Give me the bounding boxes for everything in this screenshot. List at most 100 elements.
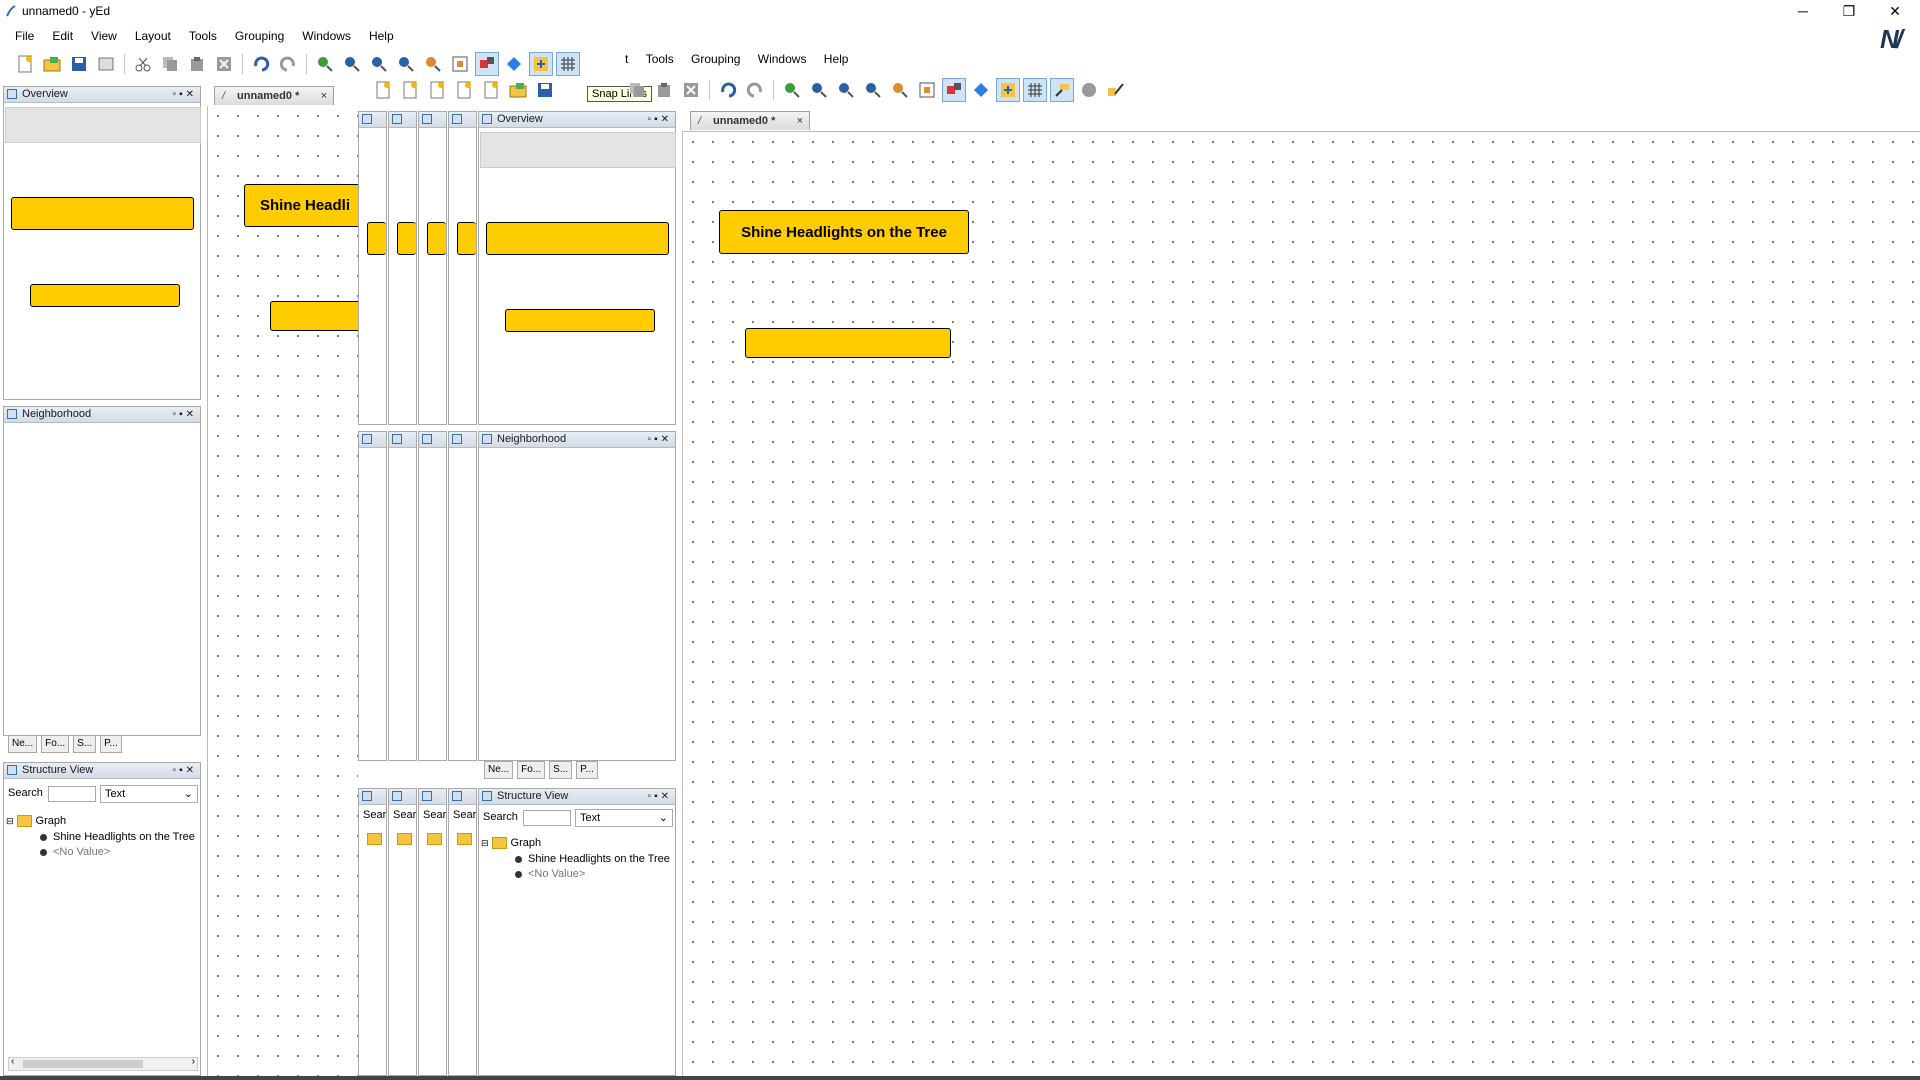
paste-icon[interactable] <box>653 79 675 101</box>
panel-controls-icon[interactable]: ▫▪✕ <box>173 407 197 422</box>
zoom-original-icon[interactable] <box>368 53 390 75</box>
close-tab-icon[interactable]: × <box>321 87 327 106</box>
overview-viewport[interactable] <box>480 132 676 168</box>
graph-node-shine-headlights[interactable]: Shine Headlights on the Tree <box>719 210 969 254</box>
snap-lines-toggle-icon[interactable] <box>475 52 499 76</box>
tab-neighborhood[interactable]: Ne... <box>8 735 38 753</box>
tab-folding[interactable]: Fo... <box>41 735 70 753</box>
menu-windows[interactable]: Windows <box>293 26 360 46</box>
panel-controls-icon[interactable]: ▫▪✕ <box>173 763 197 778</box>
menu-layout[interactable]: Layout <box>126 26 180 46</box>
structure-search-input[interactable] <box>523 810 571 826</box>
new-document-icon[interactable] <box>14 53 36 75</box>
orthogonal-edges-icon[interactable] <box>970 79 992 101</box>
zoom-in-icon[interactable] <box>781 79 803 101</box>
tree-item[interactable]: Shine Headlights on the Tree <box>515 853 670 865</box>
zoom-area-icon[interactable] <box>422 53 444 75</box>
menu-edit[interactable]: Edit <box>43 26 82 46</box>
tab-properties[interactable]: P... <box>100 735 122 753</box>
menu-view[interactable]: View <box>82 26 126 46</box>
document-tab-1[interactable]: / unnamed0 * × <box>214 86 334 105</box>
inner-menu-help[interactable]: Help <box>824 52 849 66</box>
menu-tools[interactable]: Tools <box>180 26 226 46</box>
inner-menu-layout[interactable]: t <box>625 52 628 66</box>
tree-root[interactable]: ⊟ Graph <box>481 837 541 850</box>
document-tab-2[interactable]: / unnamed0 * × <box>690 111 810 130</box>
edge-label-icon[interactable] <box>1050 78 1074 102</box>
graph-canvas-main[interactable]: Shine Headlights on the Tree <box>682 131 1920 1077</box>
fit-content-icon[interactable] <box>862 79 884 101</box>
graph-node-empty[interactable] <box>745 328 951 358</box>
menu-grouping[interactable]: Grouping <box>226 26 293 46</box>
graph-node-2-clipped[interactable] <box>270 301 358 331</box>
redo-icon[interactable] <box>277 53 299 75</box>
palette-icon[interactable] <box>1078 79 1100 101</box>
snap-to-grid-icon[interactable] <box>996 78 1020 102</box>
zoom-original-icon[interactable] <box>835 79 857 101</box>
restore-button[interactable]: ❐ <box>1826 0 1872 22</box>
tree-item[interactable]: Shine Headlights on the Tree <box>40 831 195 843</box>
scroll-left-icon[interactable]: ‹ <box>11 1056 14 1067</box>
cut-icon[interactable] <box>132 53 154 75</box>
scrollbar-thumb[interactable] <box>23 1060 143 1068</box>
horizontal-scrollbar[interactable]: ‹ › <box>8 1056 198 1071</box>
grid-icon[interactable] <box>1023 78 1047 102</box>
tab-neighborhood[interactable]: Ne... <box>484 761 514 779</box>
redo-icon[interactable] <box>744 79 766 101</box>
search-mode-select[interactable]: Text ⌄ <box>575 809 673 827</box>
panel-controls-icon[interactable]: ▫▪✕ <box>173 87 197 102</box>
inner-menu-grouping[interactable]: Grouping <box>691 52 740 66</box>
tree-item[interactable]: <No Value> <box>40 846 110 858</box>
zoom-area-icon[interactable] <box>889 79 911 101</box>
scroll-right-icon[interactable]: › <box>192 1056 195 1067</box>
undo-icon[interactable] <box>717 79 739 101</box>
new-document-icon[interactable] <box>453 79 475 101</box>
open-folder-icon[interactable] <box>41 53 63 75</box>
menu-file[interactable]: File <box>6 26 43 46</box>
zoom-out-icon[interactable] <box>808 79 830 101</box>
inner-menu-windows[interactable]: Windows <box>758 52 807 66</box>
open-folder-icon[interactable] <box>507 79 529 101</box>
fit-window-icon[interactable] <box>916 79 938 101</box>
delete-icon[interactable] <box>213 53 235 75</box>
save-icon[interactable] <box>68 53 90 75</box>
close-tab-icon[interactable]: × <box>797 112 803 131</box>
close-window-button[interactable]: ✕ <box>1872 0 1918 22</box>
new-document-icon[interactable] <box>372 79 394 101</box>
inner-menu-tools[interactable]: Tools <box>646 52 674 66</box>
export-icon[interactable] <box>95 53 117 75</box>
fit-content-icon[interactable] <box>395 53 417 75</box>
copy-icon[interactable] <box>626 79 648 101</box>
graph-canvas-left[interactable]: Shine Headli <box>207 106 358 1076</box>
delete-icon[interactable] <box>680 79 702 101</box>
copy-icon[interactable] <box>159 53 181 75</box>
tree-item[interactable]: <No Value> <box>515 868 585 880</box>
layout-wizard-icon[interactable] <box>1105 79 1127 101</box>
structure-search-input[interactable] <box>48 786 96 802</box>
tab-folding[interactable]: Fo... <box>517 761 546 779</box>
tab-search[interactable]: S... <box>73 735 97 753</box>
panel-controls-icon[interactable]: ▫▪✕ <box>648 432 672 447</box>
minimize-button[interactable]: ─ <box>1780 0 1826 22</box>
panel-controls-icon[interactable]: ▫▪✕ <box>648 789 672 804</box>
orthogonal-edges-icon[interactable] <box>503 53 525 75</box>
zoom-in-icon[interactable] <box>314 53 336 75</box>
fit-window-icon[interactable] <box>449 53 471 75</box>
tree-root[interactable]: ⊟ Graph <box>6 815 66 828</box>
tab-search[interactable]: S... <box>549 761 573 779</box>
zoom-out-icon[interactable] <box>341 53 363 75</box>
snap-lines-toggle-icon[interactable] <box>942 78 966 102</box>
snap-to-grid-icon[interactable] <box>529 52 553 76</box>
menu-help[interactable]: Help <box>360 26 403 46</box>
overview-viewport[interactable] <box>5 107 201 143</box>
save-icon[interactable] <box>534 79 556 101</box>
new-document-icon[interactable] <box>399 79 421 101</box>
grid-icon[interactable] <box>556 52 580 76</box>
new-document-icon[interactable] <box>480 79 502 101</box>
tab-properties[interactable]: P... <box>576 761 598 779</box>
panel-controls-icon[interactable]: ▫▪✕ <box>648 112 672 127</box>
paste-icon[interactable] <box>186 53 208 75</box>
search-mode-select[interactable]: Text ⌄ <box>100 785 198 803</box>
undo-icon[interactable] <box>250 53 272 75</box>
graph-node-1-clipped[interactable]: Shine Headli <box>244 184 358 227</box>
